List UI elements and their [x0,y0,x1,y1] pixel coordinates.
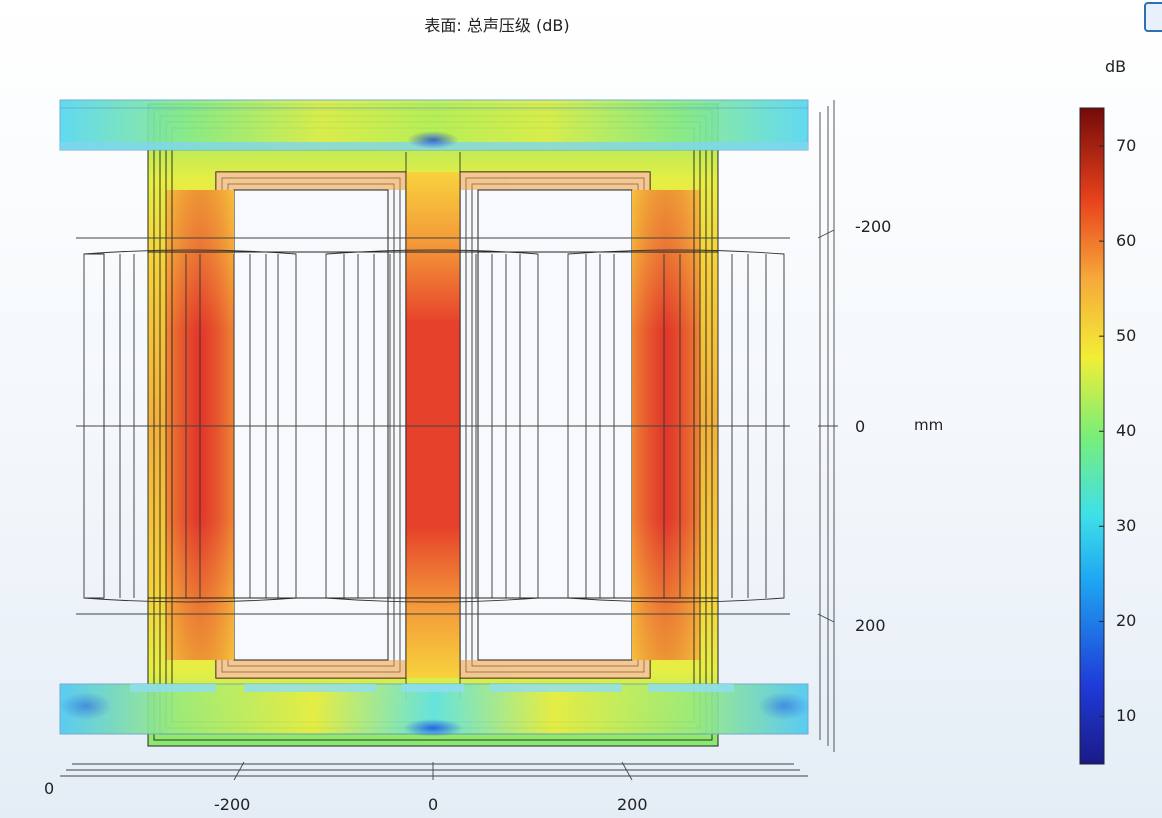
v-tick-200: 200 [855,616,886,635]
window-icon[interactable] [1144,2,1162,32]
origin-label: 0 [44,779,55,798]
plot-canvas [59,99,1105,781]
colorbar-tick-label: 70 [1116,136,1137,156]
colorbar-tick-label: 50 [1116,326,1137,346]
colorbar [1079,107,1105,765]
vertical-axis-unit: mm [914,416,944,434]
h-tick-0: 0 [428,795,439,814]
v-tick-neg200: -200 [855,217,892,236]
transformer-model [59,99,810,747]
colorbar-tick-label: 30 [1116,516,1137,536]
plot-title: 表面: 总声压级 (dB) [424,16,570,35]
inner-window-left [233,189,389,661]
colorbar-unit: dB [1105,57,1127,76]
h-tick-neg200: -200 [214,795,251,814]
inner-window-right [477,189,633,661]
v-tick-0: 0 [855,417,866,436]
h-tick-200: 200 [617,795,648,814]
colorbar-tick-label: 60 [1116,231,1137,251]
colorbar-tick-label: 10 [1116,706,1137,726]
colorbar-tick-label: 20 [1116,611,1137,631]
colorbar-tick-label: 40 [1116,421,1137,441]
